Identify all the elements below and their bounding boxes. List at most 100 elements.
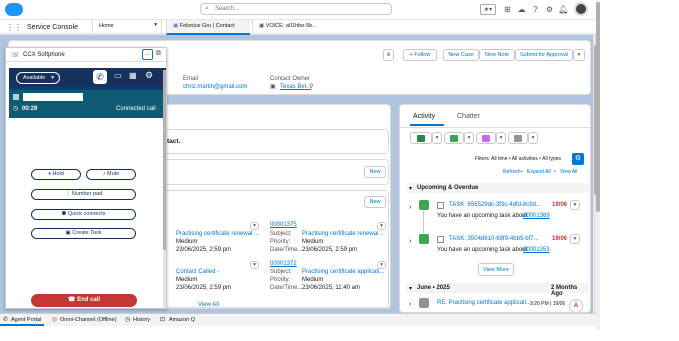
quick-connects-button[interactable]: ⚉ Quick connects — [31, 209, 136, 220]
case-number-link[interactable]: 00001372 — [270, 261, 297, 267]
queue-icon[interactable]: ▦ — [129, 71, 137, 80]
upcoming-section-header[interactable]: ▾ Upcoming & Overdue — [407, 183, 589, 193]
task-menu-chevron-icon[interactable]: ▾ — [570, 234, 580, 244]
hangup-icon: ☎ — [67, 297, 78, 303]
create-task-button[interactable]: ▣ Create Task — [31, 228, 136, 239]
email-activity-icon — [419, 298, 429, 308]
hold-button[interactable]: ⏸ Hold — [31, 169, 81, 180]
email-chevron-icon[interactable]: ▾ — [528, 132, 538, 144]
new-event-button[interactable] — [476, 132, 496, 144]
task-menu-chevron-icon[interactable]: ▾ — [570, 200, 580, 210]
call-state: Connected call — [116, 106, 156, 112]
view-all-link[interactable]: View All — [198, 302, 219, 308]
settings-gear-icon[interactable]: ⚙ — [145, 70, 153, 81]
notifications-bell-icon[interactable]: 🔔︎ — [558, 4, 569, 15]
guidance-icon[interactable]: ☁ — [516, 4, 527, 15]
mute-button[interactable]: ♪ Mute — [86, 169, 136, 180]
expand-chevron-icon[interactable]: › — [409, 238, 411, 245]
tab-chatter[interactable]: Chatter — [457, 113, 480, 120]
filter-gear-icon[interactable]: ⚙ — [572, 153, 584, 165]
datetime-label: Date/Time... — [270, 285, 303, 291]
number-pad-button[interactable]: ⋮ Number pad — [31, 189, 136, 200]
task-icon — [419, 234, 429, 244]
salesforce-logo[interactable] — [5, 3, 23, 16]
expand-chevron-icon[interactable]: › — [409, 301, 411, 308]
datetime-value: 23/06/2025, 11:40 am — [302, 285, 360, 291]
related-new-button-1[interactable]: New — [364, 166, 386, 178]
new-case-button[interactable]: New Case — [443, 49, 479, 61]
tab-contact-label: Felonius Gru | Contact — [179, 23, 235, 29]
task-title-link[interactable]: TASK: 3504d610-69f9-4bb5-bf7... — [449, 236, 539, 242]
utility-agent-portal[interactable]: ✆ Agent Portal — [0, 314, 44, 326]
add-icon[interactable]: ⊞ — [502, 4, 513, 15]
tab-voice[interactable]: ▣ VOICE: a01hbe-5b... — [252, 20, 338, 35]
email-button[interactable] — [508, 132, 528, 144]
new-event-chevron-icon[interactable]: ▾ — [496, 132, 506, 144]
related-item-title[interactable]: Contact Called - — [176, 269, 219, 275]
task-title-link[interactable]: TASK: 656529dc-3f3c-4dfd-8c9d... — [449, 202, 541, 208]
case-number-link[interactable]: 00001375 — [270, 222, 297, 228]
status-dropdown[interactable]: Available ▾ — [16, 72, 60, 84]
user-avatar[interactable] — [574, 2, 588, 16]
log-call-chevron-icon[interactable]: ▾ — [432, 132, 442, 144]
email-value[interactable]: chriz.martin@gmail.com — [183, 84, 247, 90]
task-related-link[interactable]: 00001353 — [523, 247, 550, 253]
window-scrollbar-track[interactable] — [596, 0, 600, 330]
window-scrollbar-thumb[interactable] — [596, 2, 600, 212]
tab-activity[interactable]: Activity — [413, 113, 435, 120]
chat-icon[interactable]: ▭ — [114, 71, 122, 80]
task-related-link[interactable]: 00001369 — [523, 213, 550, 219]
softphone-scrollbar-thumb[interactable] — [163, 70, 166, 250]
row-menu-chevron-icon[interactable]: ▾ — [377, 222, 386, 230]
favorites-icon[interactable]: ★▾ — [480, 4, 496, 15]
help-icon[interactable]: ? — [530, 4, 541, 15]
softphone-scrollbar-track[interactable] — [163, 70, 166, 308]
change-owner-icon[interactable]: ⚲ — [309, 83, 313, 90]
task-description: You have an upcoming task about — [437, 247, 528, 253]
refresh-link[interactable]: Refresh — [503, 169, 521, 175]
org-chart-button[interactable]: ⋔ — [383, 49, 394, 61]
log-call-button[interactable] — [410, 132, 432, 144]
utility-amazon-q[interactable]: ⊡ Amazon Q — [160, 314, 200, 326]
related-item-date: 23/06/2025, 2:59 pm — [176, 247, 232, 253]
view-all-activity-link[interactable]: View All — [560, 169, 577, 175]
app-launcher-icon[interactable]: ⋮⋮ — [6, 23, 22, 32]
new-note-button[interactable]: New Note — [479, 49, 515, 61]
related-item-priority: Medium — [176, 239, 198, 245]
setup-gear-icon[interactable]: ⚙ — [544, 4, 555, 15]
row-menu-chevron-icon[interactable]: ▾ — [377, 261, 386, 269]
month-section-header[interactable]: ▾ June • 2025 2 Months Ago — [407, 283, 589, 297]
new-task-chevron-icon[interactable]: ▾ — [464, 132, 474, 144]
more-options-button[interactable]: … — [142, 49, 153, 60]
row-menu-chevron-icon[interactable]: ▾ — [250, 261, 259, 269]
owner-value[interactable]: Texas Bel... — [280, 84, 311, 90]
global-search[interactable]: ⌕ Search... — [200, 3, 392, 15]
more-actions-chevron-icon[interactable]: ▾ — [573, 49, 585, 61]
priority-label: Priority: — [270, 239, 291, 245]
utility-history[interactable]: ◷ History — [125, 314, 155, 326]
related-item-title[interactable]: Practising certificate renewal ... — [176, 231, 259, 237]
phone-tab-icon[interactable]: ✆ — [93, 70, 107, 84]
end-call-button[interactable]: ☎ End call — [31, 294, 137, 307]
utility-omni-channel[interactable]: ◎ Omni-Channel (Offline) — [52, 314, 122, 326]
task-checkbox[interactable] — [437, 202, 444, 209]
status-label: Available — [23, 75, 46, 81]
row-menu-chevron-icon[interactable]: ▾ — [250, 222, 259, 230]
tab-contact[interactable]: ▣ Felonius Gru | Contact — [166, 20, 250, 35]
subject-value[interactable]: Practising certificate applicati... — [302, 269, 384, 275]
timeline-line — [423, 211, 424, 233]
submit-approval-button[interactable]: Submit for Approval — [515, 49, 573, 61]
pdf-icon[interactable]: ⅄ — [569, 299, 583, 312]
active-tab-indicator — [410, 124, 444, 126]
expand-chevron-icon[interactable]: › — [409, 204, 411, 211]
new-task-button[interactable] — [444, 132, 464, 144]
expand-all-link[interactable]: Expand All — [527, 169, 551, 175]
task-checkbox[interactable] — [437, 236, 444, 243]
related-new-button-2[interactable]: New — [364, 196, 386, 208]
follow-button[interactable]: + Follow — [403, 49, 437, 61]
email-activity-title[interactable]: RE: Practising certificate applicati... — [437, 300, 531, 306]
tab-home[interactable]: Home ▾ — [92, 20, 162, 35]
popout-icon[interactable]: ⧉ — [156, 50, 161, 58]
view-more-button[interactable]: View More — [478, 263, 514, 276]
subject-value[interactable]: Practising certificate renewal ... — [302, 231, 385, 237]
